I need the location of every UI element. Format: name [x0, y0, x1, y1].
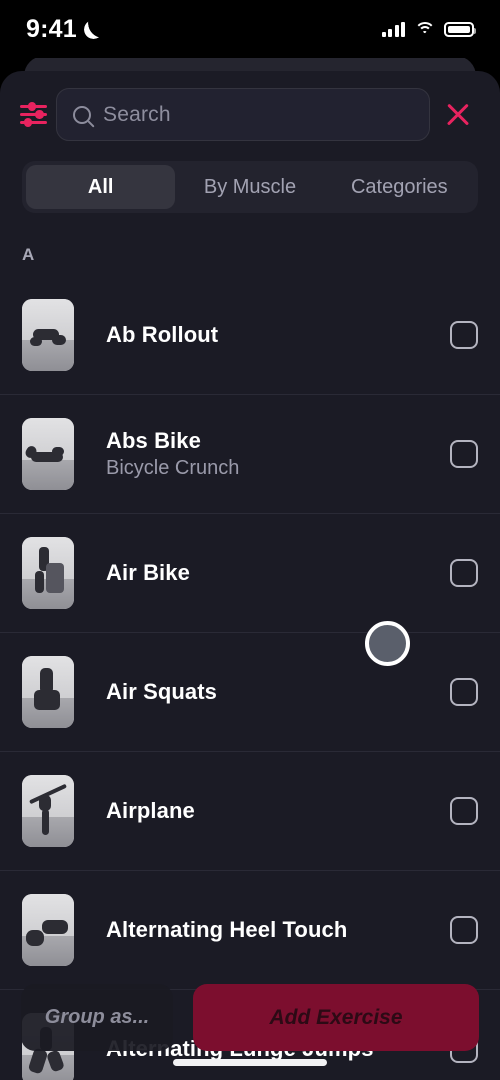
exercise-text: Air Bike	[74, 560, 450, 586]
exercise-text: Air Squats	[74, 679, 450, 705]
tab-by-muscle[interactable]: By Muscle	[175, 165, 324, 209]
filter-sliders-icon	[19, 102, 47, 127]
exercise-text: Abs Bike Bicycle Crunch	[74, 428, 450, 480]
exercise-checkbox[interactable]	[450, 559, 478, 587]
filter-tabs: All By Muscle Categories	[22, 161, 478, 213]
exercise-thumbnail	[22, 656, 74, 728]
battery-full-icon	[444, 21, 476, 37]
exercise-text: Alternating Heel Touch	[74, 917, 450, 943]
exercise-checkbox[interactable]	[450, 678, 478, 706]
table-row[interactable]: Airplane	[0, 751, 500, 870]
exercise-subtitle: Bicycle Crunch	[106, 457, 240, 479]
exercise-title: Air Bike	[106, 560, 190, 585]
bottom-action-bar: Group as... Add Exercise	[0, 984, 500, 1051]
table-row[interactable]: Alternating Heel Touch	[0, 870, 500, 989]
filter-button[interactable]	[10, 93, 56, 137]
exercise-thumbnail	[22, 418, 74, 490]
exercise-thumbnail	[22, 298, 74, 371]
exercise-title: Air Squats	[106, 679, 218, 704]
close-x-icon	[445, 102, 471, 128]
tab-categories[interactable]: Categories	[325, 165, 474, 209]
exercise-checkbox[interactable]	[450, 320, 478, 349]
exercise-thumbnail	[22, 894, 74, 966]
exercise-title: Ab Rollout	[106, 321, 219, 347]
exercise-text: Ab Rollout	[74, 322, 450, 348]
status-time: 9:41	[26, 14, 77, 43]
exercise-checkbox[interactable]	[450, 440, 478, 468]
search-row: Search	[0, 71, 500, 141]
close-button[interactable]	[434, 91, 482, 139]
exercise-title: Abs Bike	[106, 428, 201, 453]
status-bar-left: 9:41	[26, 15, 103, 44]
moon-icon	[84, 20, 103, 39]
exercise-title: Alternating Heel Touch	[106, 917, 348, 942]
search-icon	[73, 105, 91, 124]
exercise-picker-sheet: Search All By Muscle Categories A Ab Rol…	[0, 71, 500, 1080]
app-screen: 9:41 Search All By Muscle Categories A A…	[0, 0, 500, 1080]
exercise-thumbnail	[22, 775, 74, 847]
exercise-text: Airplane	[74, 798, 450, 824]
exercise-title: Airplane	[106, 798, 195, 823]
wifi-icon	[414, 21, 435, 37]
group-as-button[interactable]: Group as...	[21, 984, 173, 1051]
exercise-checkbox[interactable]	[450, 916, 478, 944]
search-input[interactable]: Search	[56, 88, 430, 141]
tab-all[interactable]: All	[26, 165, 176, 209]
exercise-checkbox[interactable]	[450, 797, 478, 825]
table-row[interactable]: Air Bike	[0, 513, 500, 632]
exercise-thumbnail	[22, 537, 74, 609]
cellular-signal-icon	[381, 21, 405, 37]
search-placeholder: Search	[103, 102, 171, 126]
table-row[interactable]: Ab Rollout	[0, 275, 500, 394]
table-row[interactable]: Abs Bike Bicycle Crunch	[0, 394, 500, 513]
status-bar: 9:41	[0, 0, 500, 58]
table-row[interactable]: Air Squats	[0, 632, 500, 751]
status-bar-right	[381, 21, 476, 37]
add-exercise-button[interactable]: Add Exercise	[193, 984, 479, 1051]
exercise-list: Ab Rollout Abs Bike Bicycle Crunch Air B…	[0, 275, 500, 1080]
home-indicator	[173, 1059, 327, 1066]
section-header-letter: A	[22, 245, 35, 264]
